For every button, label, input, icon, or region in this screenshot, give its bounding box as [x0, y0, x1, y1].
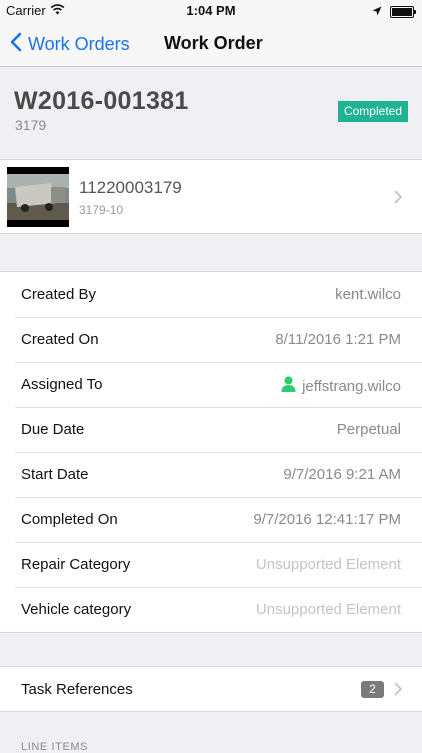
task-count-badge: 2: [361, 681, 384, 698]
detail-row-repair-category: Repair Category Unsupported Element: [0, 542, 422, 587]
assignee-name: jeffstrang.wilco: [302, 377, 401, 395]
row-value: 9/7/2016 9:21 AM: [283, 466, 401, 483]
vehicle-id: 11220003179: [79, 178, 182, 197]
work-order-subtitle: 3179: [15, 117, 47, 133]
status-bar: Carrier 1:04 PM: [0, 0, 422, 22]
work-order-header: W2016-001381 3179 Completed: [0, 67, 422, 160]
row-value: Unsupported Element: [255, 601, 401, 618]
clock: 1:04 PM: [186, 3, 236, 18]
row-value: kent.wilco: [335, 286, 401, 303]
task-references-row[interactable]: Task References 2: [0, 666, 422, 712]
work-order-number: W2016-001381: [14, 87, 189, 115]
row-label: Assigned To: [21, 376, 103, 393]
back-button-label: Work Orders: [28, 34, 130, 54]
row-value: Perpetual: [336, 421, 401, 438]
chevron-right-icon: [394, 682, 403, 701]
vehicle-row[interactable]: 11220003179 3179-10: [0, 160, 422, 234]
battery-icon: [390, 5, 416, 18]
row-label: Repair Category: [21, 556, 131, 573]
user-icon: [281, 376, 296, 396]
detail-row-due-date: Due Date Perpetual: [0, 407, 422, 452]
row-value: 9/7/2016 12:41:17 PM: [253, 511, 401, 528]
row-label: Vehicle category: [21, 601, 132, 618]
line-items-section-header: LINE ITEMS: [21, 741, 89, 753]
detail-row-created-on: Created On 8/11/2016 1:21 PM: [0, 317, 422, 362]
location-arrow-icon: [372, 4, 382, 19]
row-value: 8/11/2016 1:21 PM: [275, 331, 401, 348]
chevron-right-icon: [394, 190, 403, 209]
page-title: Work Order: [164, 33, 263, 53]
detail-row-vehicle-category: Vehicle category Unsupported Element: [0, 587, 422, 632]
row-label: Created By: [21, 286, 97, 303]
detail-row-assigned-to: Assigned To jeffstrang.wilco: [0, 362, 422, 407]
detail-row-completed-on: Completed On 9/7/2016 12:41:17 PM: [0, 497, 422, 542]
row-label: Start Date: [21, 466, 89, 483]
details-list: Created By kent.wilco Created On 8/11/20…: [0, 271, 422, 633]
detail-row-start-date: Start Date 9/7/2016 9:21 AM: [0, 452, 422, 497]
back-button[interactable]: Work Orders: [10, 32, 130, 57]
row-value: Unsupported Element: [255, 556, 401, 573]
task-references-label: Task References: [21, 681, 133, 698]
status-badge: Completed: [337, 101, 408, 122]
chevron-left-icon: [10, 32, 22, 57]
vehicle-subtitle: 3179-10: [79, 203, 124, 217]
row-value-assigned: jeffstrang.wilco: [281, 376, 401, 396]
row-label: Created On: [21, 331, 99, 348]
row-label: Due Date: [21, 421, 85, 438]
navigation-bar: Work Orders Work Order: [0, 22, 422, 67]
vehicle-photo: [7, 167, 69, 227]
detail-row-created-by: Created By kent.wilco: [0, 272, 422, 317]
row-label: Completed On: [21, 511, 118, 528]
